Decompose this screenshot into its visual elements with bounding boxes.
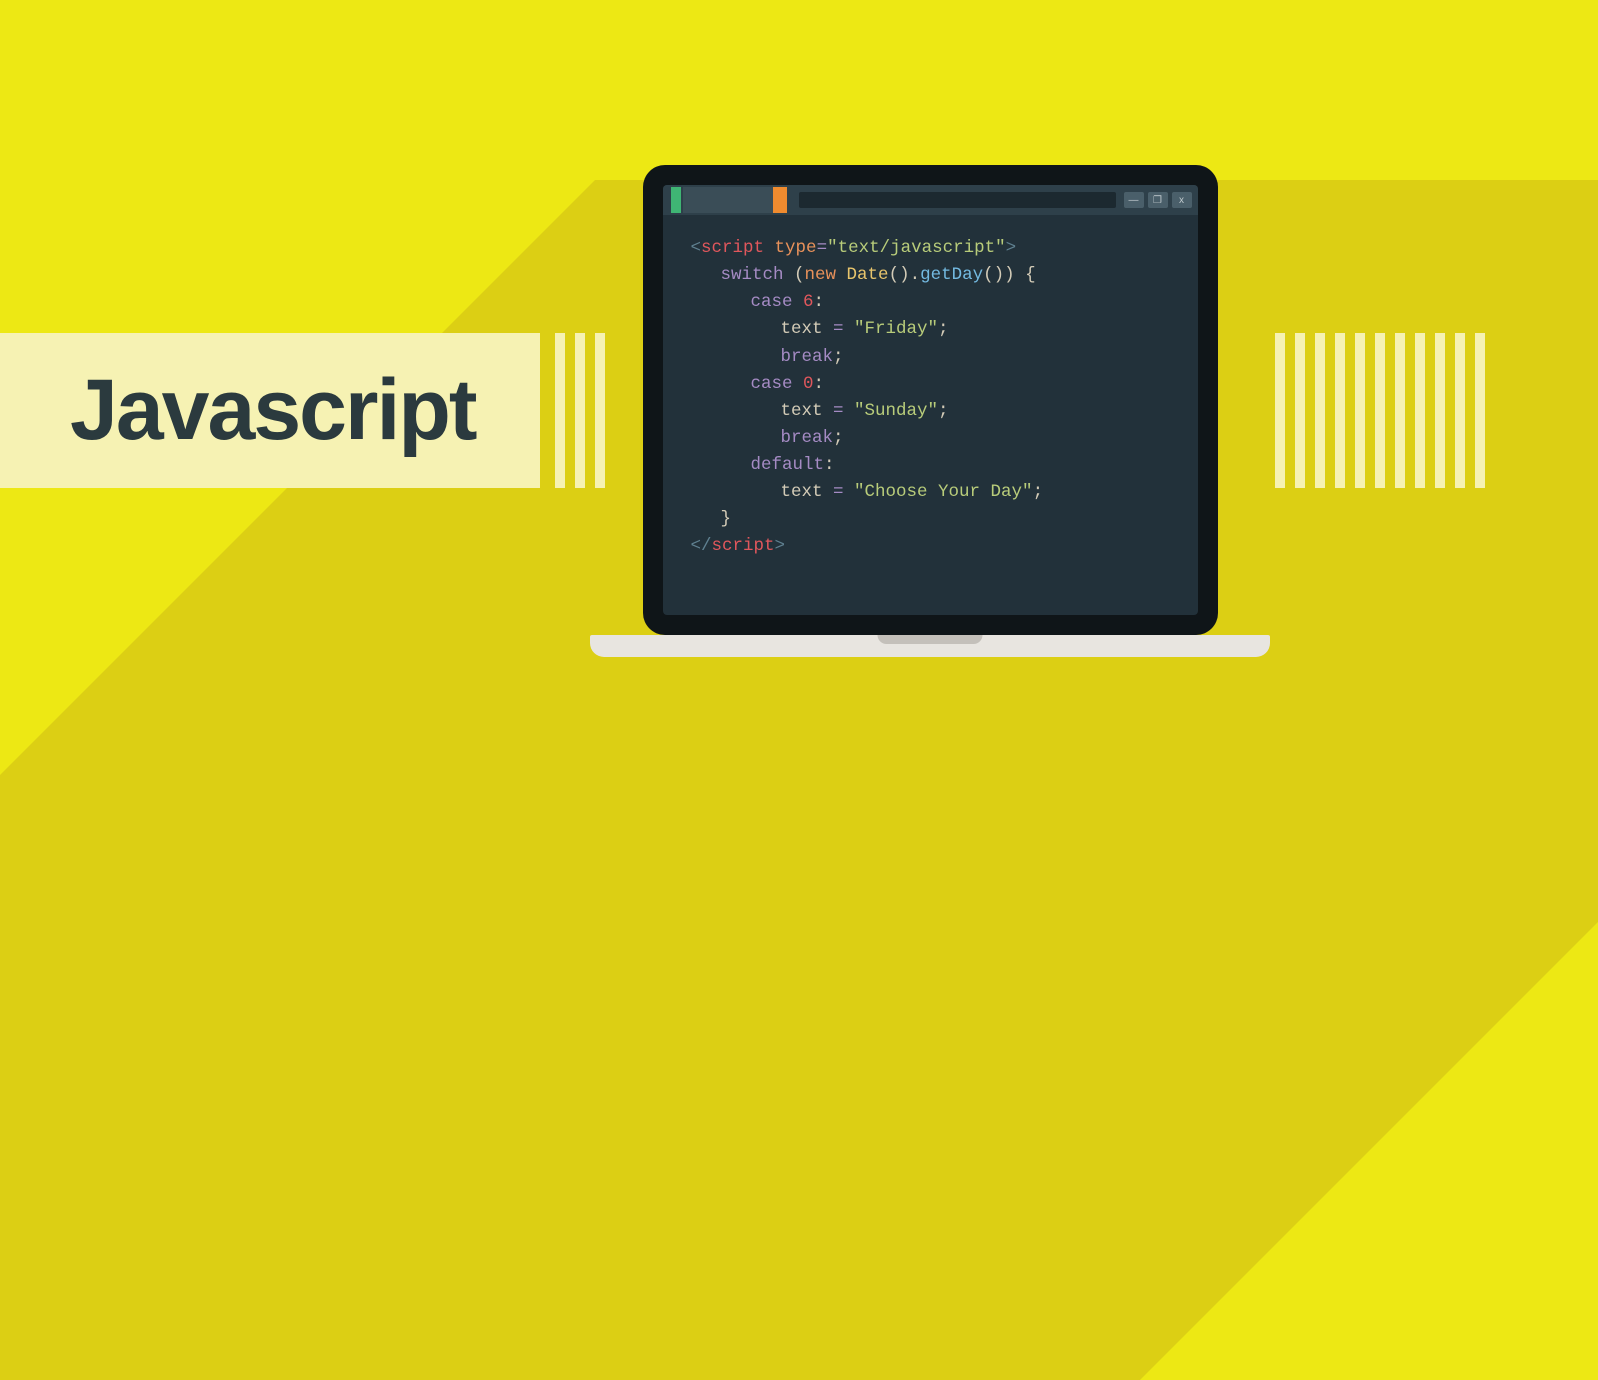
close-icon: x bbox=[1172, 192, 1192, 208]
tab-indicator-green bbox=[671, 187, 681, 213]
code-line: </script> bbox=[691, 533, 1170, 560]
page-title: Javascript bbox=[70, 361, 476, 460]
decorative-bars-right bbox=[1275, 333, 1485, 488]
code-block: <script type="text/javascript"> switch (… bbox=[663, 215, 1198, 581]
title-banner: Javascript bbox=[0, 333, 540, 488]
window-titlebar: — ❐ x bbox=[663, 185, 1198, 215]
code-line: <script type="text/javascript"> bbox=[691, 235, 1170, 262]
tab-active bbox=[683, 187, 773, 213]
maximize-icon: ❐ bbox=[1148, 192, 1168, 208]
code-line: text = "Sunday"; bbox=[691, 398, 1170, 425]
laptop-notch bbox=[878, 635, 983, 644]
code-line: default: bbox=[691, 452, 1170, 479]
laptop-base bbox=[590, 635, 1270, 657]
code-line: text = "Friday"; bbox=[691, 316, 1170, 343]
code-line: switch (new Date().getDay()) { bbox=[691, 262, 1170, 289]
code-line: break; bbox=[691, 344, 1170, 371]
address-bar bbox=[799, 192, 1116, 208]
code-line: case 0: bbox=[691, 371, 1170, 398]
tab-indicator-orange bbox=[773, 187, 787, 213]
code-line: case 6: bbox=[691, 289, 1170, 316]
laptop-illustration: — ❐ x <script type="text/javascript"> sw… bbox=[590, 165, 1270, 657]
editor-window: — ❐ x <script type="text/javascript"> sw… bbox=[663, 185, 1198, 615]
code-line: break; bbox=[691, 425, 1170, 452]
code-line: text = "Choose Your Day"; bbox=[691, 479, 1170, 506]
minimize-icon: — bbox=[1124, 192, 1144, 208]
code-line: } bbox=[691, 506, 1170, 533]
